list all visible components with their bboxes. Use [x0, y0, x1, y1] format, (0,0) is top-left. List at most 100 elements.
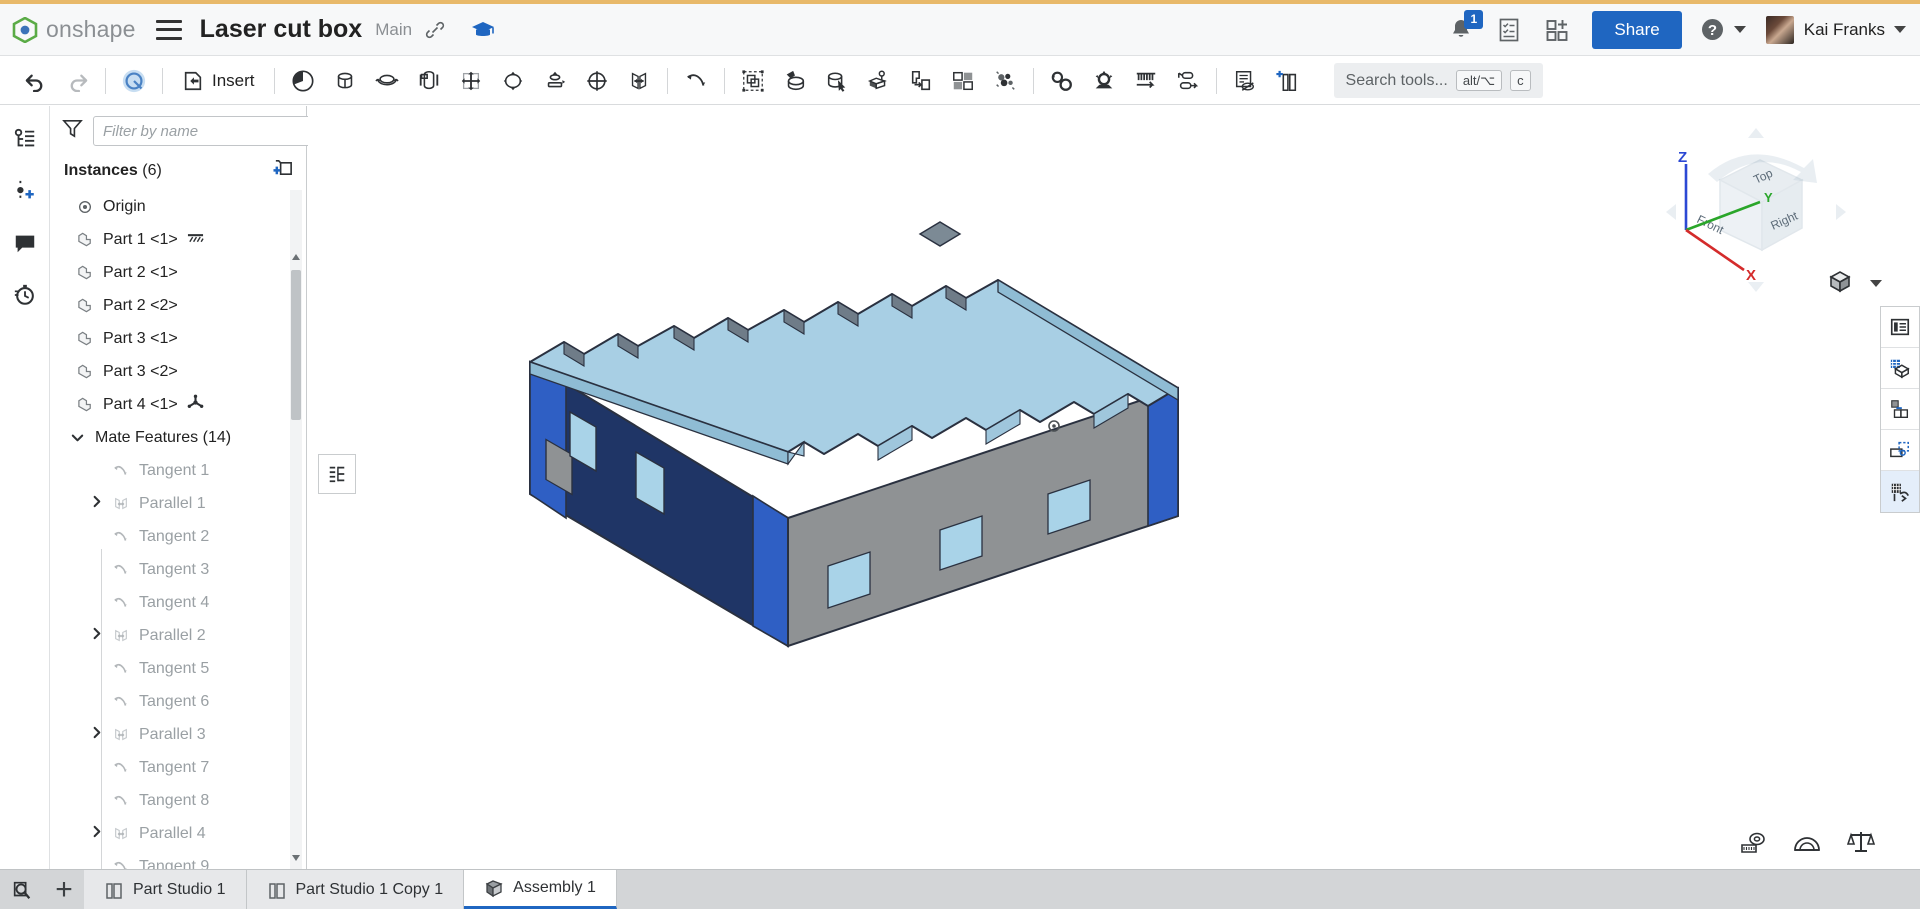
transform-icon[interactable] — [858, 61, 900, 101]
mass-properties-icon[interactable] — [1846, 829, 1876, 855]
hide-annotation-icon[interactable] — [1224, 61, 1266, 101]
dock-properties-icon[interactable] — [1881, 307, 1919, 348]
tree-row-mate-parallel-3[interactable]: Parallel 3 — [52, 718, 306, 751]
search-tools-input[interactable]: Search tools... alt/⌥ c — [1333, 62, 1543, 99]
add-apps-icon[interactable] — [1544, 17, 1570, 43]
pin-slot-mate-icon[interactable] — [534, 61, 576, 101]
undo-button[interactable] — [14, 61, 56, 101]
share-button[interactable]: Share — [1592, 10, 1682, 49]
angle-protractor-icon[interactable] — [1793, 829, 1821, 855]
gear-mate-icon[interactable] — [1041, 61, 1083, 101]
graphics-viewport[interactable]: Top Front Right Z Y X — [308, 106, 1920, 869]
tab-part-studio-1-copy-1[interactable]: Part Studio 1 Copy 1 — [246, 870, 465, 909]
tangent-mate-icon[interactable] — [618, 61, 660, 101]
tree-row-mate-tangent-5[interactable]: Tangent 5 — [52, 652, 306, 685]
tree-row-mate-tangent-2[interactable]: Tangent 2 — [52, 520, 306, 553]
chevron-down-icon[interactable] — [66, 429, 88, 447]
branch-name[interactable]: Main — [375, 20, 412, 40]
revolute-mate-icon[interactable] — [324, 61, 366, 101]
filter-icon[interactable] — [62, 118, 83, 144]
user-dropdown-caret[interactable] — [1894, 26, 1906, 33]
scroll-down-arrow[interactable] — [290, 851, 302, 865]
tab-part-studio-1[interactable]: Part Studio 1 — [84, 870, 247, 909]
document-title[interactable]: Laser cut box — [200, 15, 363, 44]
tree-row-mate-parallel-1[interactable]: Parallel 1 — [52, 487, 306, 520]
replicate-icon[interactable] — [900, 61, 942, 101]
tree-row-part-1[interactable]: Part 1 <1> — [52, 223, 306, 256]
explode-icon[interactable] — [984, 61, 1026, 101]
chevron-right-icon[interactable] — [90, 495, 104, 513]
dock-instance-icon[interactable] — [1881, 389, 1919, 430]
filter-input[interactable] — [93, 116, 314, 146]
fix-icon[interactable] — [282, 61, 324, 101]
tree-scroll-thumb[interactable] — [291, 270, 301, 420]
pattern-icon[interactable] — [942, 61, 984, 101]
onshape-wordmark[interactable]: onshape — [46, 16, 136, 43]
parallel-mate-icon[interactable] — [576, 61, 618, 101]
add-tab-button[interactable]: + — [44, 870, 84, 909]
tree-scrollbar[interactable] — [290, 190, 302, 869]
tree-row-part-2[interactable]: Part 2 <1> — [52, 256, 306, 289]
mate-connector-icon[interactable] — [816, 61, 858, 101]
help-circle-icon[interactable]: ? — [1700, 17, 1725, 42]
tree-row-mate-tangent-6[interactable]: Tangent 6 — [52, 685, 306, 718]
chevron-right-icon[interactable] — [90, 726, 104, 744]
redo-button[interactable] — [56, 61, 98, 101]
tab-search-icon[interactable] — [0, 870, 44, 909]
cylindrical-mate-icon[interactable] — [366, 61, 408, 101]
tree-row-mate-tangent-3[interactable]: Tangent 3 — [52, 553, 306, 586]
tree-row-mate-tangent-1[interactable]: Tangent 1 — [52, 454, 306, 487]
insert-part-icon[interactable] — [1266, 61, 1308, 101]
new-folder-icon[interactable] — [273, 158, 294, 184]
gear-relation-icon[interactable] — [1083, 61, 1125, 101]
hamburger-icon[interactable] — [155, 19, 182, 40]
tree-row-part-6[interactable]: Part 4 <1> — [52, 388, 306, 421]
tree-scroll-area[interactable]: Origin Part 1 <1> Part 2 <1> Part 2 <2> … — [50, 190, 306, 869]
user-avatar[interactable] — [1765, 15, 1794, 44]
graduation-cap-icon[interactable] — [471, 19, 495, 41]
tree-row-mate-tangent-9[interactable]: Tangent 9 — [52, 850, 306, 869]
tab-assembly-1[interactable]: Assembly 1 — [464, 870, 617, 909]
insert-button[interactable]: Insert — [170, 61, 267, 101]
tree-row-mate-parallel-2[interactable]: Parallel 2 — [52, 619, 306, 652]
ball-mate-icon[interactable] — [450, 61, 492, 101]
dock-display-state-icon[interactable] — [1881, 471, 1919, 512]
tree-row-part-5[interactable]: Part 3 <2> — [52, 355, 306, 388]
comments-icon[interactable] — [5, 222, 45, 264]
mate-features-group-header[interactable]: Mate Features (14) — [52, 421, 306, 454]
group-icon[interactable] — [732, 61, 774, 101]
dock-section-icon[interactable] — [1881, 430, 1919, 471]
chevron-right-icon[interactable] — [90, 627, 104, 645]
measure-tape-icon[interactable] — [1739, 829, 1767, 855]
link-icon[interactable] — [425, 20, 445, 40]
chevron-right-icon[interactable] — [90, 825, 104, 843]
tree-row-mate-tangent-8[interactable]: Tangent 8 — [52, 784, 306, 817]
view-style-selector[interactable] — [1827, 268, 1882, 299]
tree-row-part-3[interactable]: Part 2 <2> — [52, 289, 306, 322]
tree-row-mate-tangent-7[interactable]: Tangent 7 — [52, 751, 306, 784]
rack-pinion-icon[interactable] — [1125, 61, 1167, 101]
slider-mate-icon[interactable] — [492, 61, 534, 101]
tangent-relation-icon[interactable] — [675, 61, 717, 101]
tree-row-mate-tangent-4[interactable]: Tangent 4 — [52, 586, 306, 619]
notification-bell-icon[interactable]: 1 — [1448, 9, 1484, 43]
tree-row-mate-parallel-4[interactable]: Parallel 4 — [52, 817, 306, 850]
view-style-caret[interactable] — [1870, 280, 1882, 287]
tree-row-origin[interactable]: Origin — [52, 190, 306, 223]
planar-mate-icon[interactable] — [408, 61, 450, 101]
feature-tree-icon[interactable] — [5, 118, 45, 160]
task-list-icon[interactable] — [1496, 17, 1522, 43]
assemble-button[interactable] — [113, 61, 155, 101]
tree-row-part-4[interactable]: Part 3 <1> — [52, 322, 306, 355]
version-history-icon[interactable] — [5, 274, 45, 316]
tree-toggle-icon[interactable] — [318, 454, 356, 494]
fastened-mate-icon[interactable] — [774, 61, 816, 101]
onshape-logo-icon[interactable] — [12, 16, 38, 43]
belt-relation-icon[interactable] — [1167, 61, 1209, 101]
dock-bom-icon[interactable] — [1881, 348, 1919, 389]
user-name[interactable]: Kai Franks — [1804, 20, 1885, 40]
scroll-up-arrow[interactable] — [290, 250, 302, 264]
laser-cut-box-model[interactable] — [488, 126, 1548, 869]
help-dropdown-caret[interactable] — [1733, 26, 1746, 33]
add-version-icon[interactable] — [5, 170, 45, 212]
